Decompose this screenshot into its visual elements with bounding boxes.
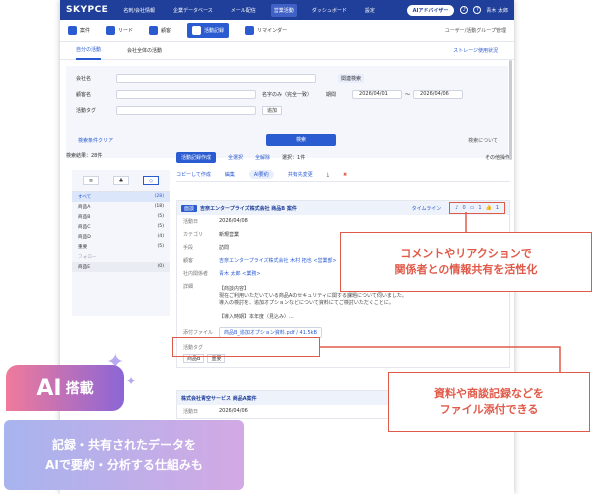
ai-description: 記録・共有されたデータを AIで要約・分析する仕組みも (4, 420, 244, 490)
promo-stage: SKYPCE 名刺/会社情報 企業データベース メール配信 営業活動 ダッシュボ… (0, 0, 600, 494)
ai-badge: AI 搭載 (6, 365, 124, 411)
sparkle-small-icon: ✦ (126, 374, 137, 388)
